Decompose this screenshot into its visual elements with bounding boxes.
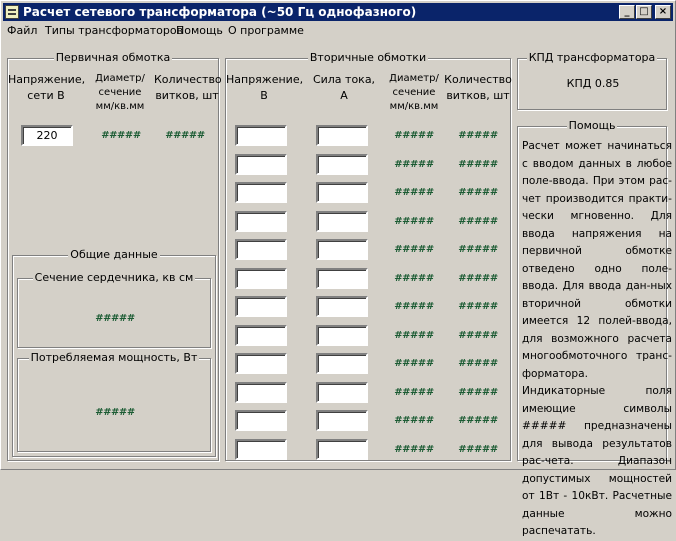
secondary-turns-header: Количество витков, шт xyxy=(444,73,512,102)
secondary-voltage-input[interactable] xyxy=(235,325,287,346)
secondary-voltage-input[interactable] xyxy=(235,239,287,260)
secondary-current-input[interactable] xyxy=(316,154,368,175)
primary-voltage-header: Напряжение, сети В xyxy=(8,73,86,102)
secondary-diameter-output: ##### xyxy=(394,301,434,312)
secondary-diameter-output: ##### xyxy=(394,415,434,426)
secondary-voltage-input[interactable] xyxy=(235,154,287,175)
menu-transformer-types[interactable]: Типы трансформаторов xyxy=(45,24,183,37)
primary-winding-group: Первичная обмотка Напряжение, сети В Диа… xyxy=(7,51,222,461)
close-button[interactable]: × xyxy=(655,5,671,19)
secondary-diameter-output: ##### xyxy=(394,273,434,284)
secondary-current-input[interactable] xyxy=(316,296,368,317)
secondary-turns-output: ##### xyxy=(458,387,498,398)
core-section-title: Сечение сердечника, кв см xyxy=(32,271,196,284)
primary-diameter-header: Диаметр/ сечение мм/кв.мм xyxy=(95,73,145,112)
secondary-voltage-input[interactable] xyxy=(235,211,287,232)
power-output: ##### xyxy=(95,407,135,418)
secondary-voltage-input[interactable] xyxy=(235,125,287,146)
secondary-current-input[interactable] xyxy=(316,268,368,289)
secondary-voltage-input[interactable] xyxy=(235,182,287,203)
secondary-current-input[interactable] xyxy=(316,382,368,403)
power-title: Потребляемая мощность, Вт xyxy=(28,351,200,364)
secondary-current-input[interactable] xyxy=(316,353,368,374)
secondary-diameter-output: ##### xyxy=(394,244,434,255)
primary-turns-output: ##### xyxy=(165,130,205,141)
secondary-diameter-output: ##### xyxy=(394,159,434,170)
secondary-current-input[interactable] xyxy=(316,211,368,232)
general-data-group: Общие данные Сечение сердечника, кв см #… xyxy=(12,248,216,457)
minimize-button[interactable]: _ xyxy=(619,5,635,19)
secondary-diameter-output: ##### xyxy=(394,387,434,398)
secondary-diameter-output: ##### xyxy=(394,216,434,227)
primary-turns-header: Количество витков, шт xyxy=(154,73,222,102)
help-group: Помощь Расчет может начинаться с вводом … xyxy=(517,119,672,537)
main-window: Расчет сетевого трансформатора (~50 Гц о… xyxy=(0,0,676,537)
secondary-voltage-input[interactable] xyxy=(235,268,287,289)
secondary-turns-output: ##### xyxy=(458,187,498,198)
general-data-title: Общие данные xyxy=(68,248,160,261)
secondary-turns-output: ##### xyxy=(458,301,498,312)
secondary-turns-output: ##### xyxy=(458,358,498,369)
secondary-turns-output: ##### xyxy=(458,273,498,284)
menu-about[interactable]: О программе xyxy=(228,24,304,37)
maximize-button[interactable]: □ xyxy=(636,5,652,19)
secondary-turns-output: ##### xyxy=(458,444,498,455)
menu-bar: Файл Типы трансформаторов Помощь О прогр… xyxy=(3,22,673,39)
secondary-voltage-header: Напряжение, В xyxy=(226,73,304,102)
secondary-turns-output: ##### xyxy=(458,130,498,141)
secondary-current-input[interactable] xyxy=(316,439,368,460)
secondary-diameter-output: ##### xyxy=(394,330,434,341)
secondary-turns-output: ##### xyxy=(458,330,498,341)
secondary-voltage-input[interactable] xyxy=(235,353,287,374)
secondary-turns-output: ##### xyxy=(458,159,498,170)
efficiency-group: КПД трансформатора КПД 0.85 xyxy=(517,51,667,110)
secondary-voltage-input[interactable] xyxy=(235,382,287,403)
primary-voltage-input[interactable]: 220 xyxy=(21,125,73,146)
core-section-output: ##### xyxy=(95,313,135,324)
title-bar[interactable]: Расчет сетевого трансформатора (~50 Гц о… xyxy=(3,3,673,21)
secondary-voltage-input[interactable] xyxy=(235,410,287,431)
efficiency-value: КПД 0.85 xyxy=(566,77,620,90)
window-title: Расчет сетевого трансформатора (~50 Гц о… xyxy=(23,5,417,19)
secondary-voltage-input[interactable] xyxy=(235,439,287,460)
secondary-diameter-output: ##### xyxy=(394,187,434,198)
secondary-turns-output: ##### xyxy=(458,216,498,227)
secondary-diameter-output: ##### xyxy=(394,358,434,369)
secondary-current-input[interactable] xyxy=(316,125,368,146)
secondary-turns-output: ##### xyxy=(458,415,498,426)
primary-diameter-output: ##### xyxy=(101,130,141,141)
secondary-current-header: Сила тока, А xyxy=(312,73,376,102)
secondary-voltage-input[interactable] xyxy=(235,296,287,317)
secondary-turns-output: ##### xyxy=(458,244,498,255)
secondary-current-input[interactable] xyxy=(316,182,368,203)
primary-winding-title: Первичная обмотка xyxy=(53,51,173,64)
secondary-windings-title: Вторичные обмотки xyxy=(307,51,429,64)
efficiency-title: КПД трансформатора xyxy=(526,51,658,64)
menu-help[interactable]: Помощь xyxy=(176,24,223,37)
help-text: Расчет может начинаться с вводом данных … xyxy=(522,140,672,537)
secondary-current-input[interactable] xyxy=(316,325,368,346)
app-icon xyxy=(5,5,19,19)
power-group: Потребляемая мощность, Вт ##### xyxy=(17,351,211,452)
secondary-diameter-output: ##### xyxy=(394,130,434,141)
secondary-current-input[interactable] xyxy=(316,239,368,260)
secondary-diameter-header: Диаметр/ сечение мм/кв.мм xyxy=(389,73,439,112)
secondary-diameter-output: ##### xyxy=(394,444,434,455)
secondary-windings-group: Вторичные обмотки Напряжение, В Сила ток… xyxy=(225,51,512,461)
secondary-current-input[interactable] xyxy=(316,410,368,431)
help-title: Помощь xyxy=(566,119,618,132)
menu-file[interactable]: Файл xyxy=(7,24,37,37)
core-section-group: Сечение сердечника, кв см ##### xyxy=(17,271,211,348)
